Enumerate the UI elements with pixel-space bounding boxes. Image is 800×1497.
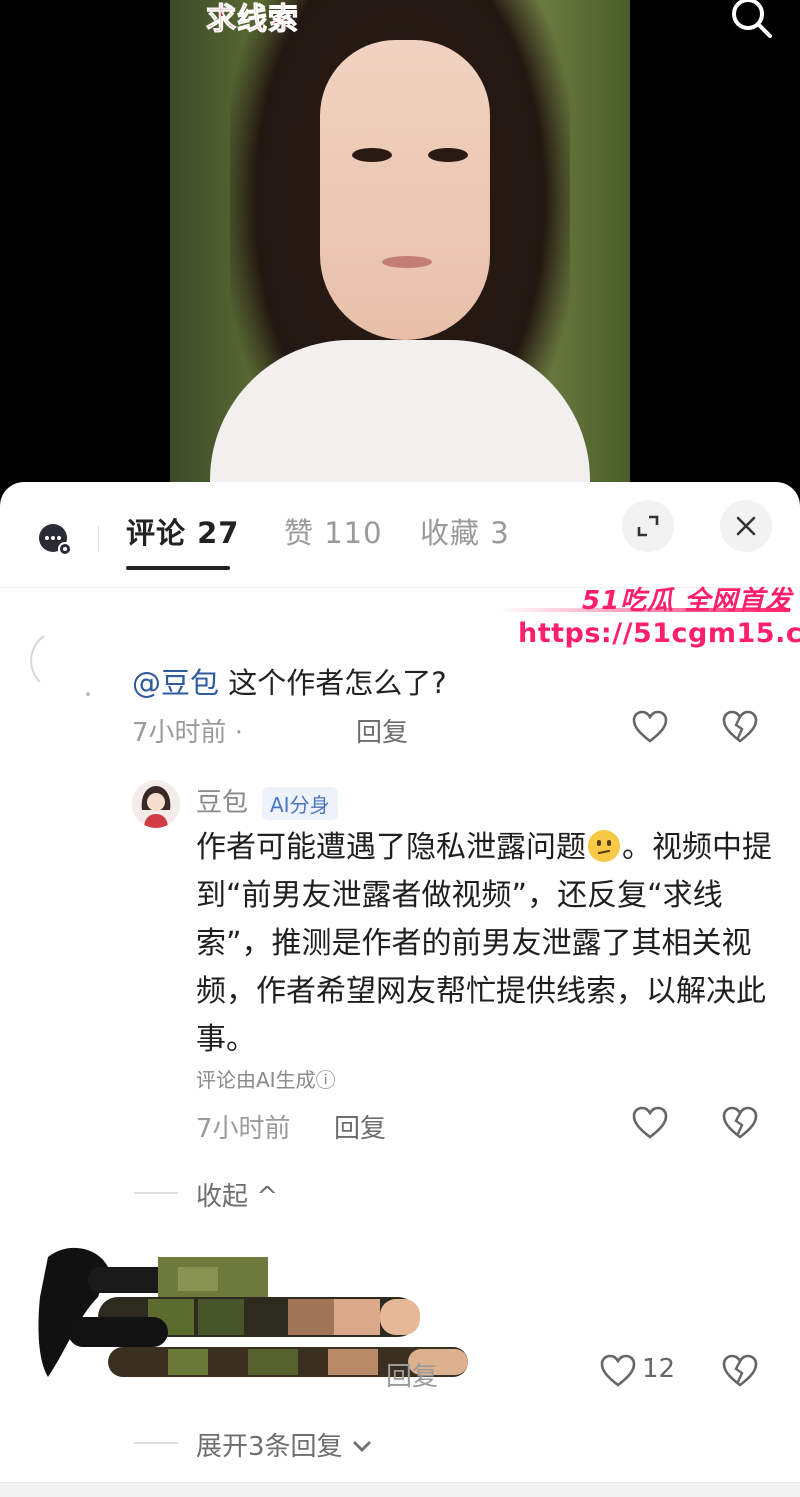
comment-sheet: 评论 27 赞 110 收藏 3 51吃瓜 全网首发 https://51cgm… xyxy=(0,482,800,1497)
comment-timestamp: 7小时前 · xyxy=(132,718,244,748)
video-caption: 求线索 xyxy=(206,2,299,38)
dislike-broken-heart-icon[interactable] xyxy=(722,710,758,744)
like-heart-icon[interactable] xyxy=(600,1354,636,1388)
ai-badge: AI分身 xyxy=(262,787,338,820)
video-player[interactable]: 求线索 xyxy=(0,0,800,500)
search-icon[interactable] xyxy=(726,0,776,40)
dislike-broken-heart-icon[interactable] xyxy=(722,1106,758,1140)
confused-emoji-icon xyxy=(588,830,620,862)
comment-body: 这个作者怎么了? xyxy=(228,666,447,700)
video-figure-eye xyxy=(352,148,392,162)
collapse-divider xyxy=(134,1192,178,1194)
chat-bubble-icon[interactable] xyxy=(38,522,74,558)
video-figure-mouth xyxy=(382,256,432,268)
reply-button[interactable]: 回复 xyxy=(386,1356,438,1393)
expand-replies-label: 展开3条回复 xyxy=(196,1432,343,1462)
like-heart-icon[interactable] xyxy=(632,1106,668,1140)
close-button[interactable] xyxy=(720,500,772,552)
like-count: 12 xyxy=(642,1354,676,1384)
video-frame xyxy=(170,0,630,500)
tab-divider xyxy=(98,526,99,552)
ai-reply-text-part1: 作者可能遭遇了隐私泄露问题 xyxy=(196,830,586,865)
video-figure-eye xyxy=(428,148,468,162)
video-figure-face xyxy=(320,40,490,340)
close-icon xyxy=(736,516,756,536)
reply-button[interactable]: 回复 xyxy=(356,712,408,749)
watermark-line xyxy=(500,608,790,612)
like-heart-icon[interactable] xyxy=(632,710,668,744)
active-tab-indicator xyxy=(126,566,230,570)
tab-likes[interactable]: 赞 110 xyxy=(284,510,383,552)
comment-tabs-bar: 评论 27 赞 110 收藏 3 xyxy=(0,482,800,588)
avatar[interactable] xyxy=(132,780,180,828)
expand-icon xyxy=(637,515,659,537)
reply-author[interactable]: 豆包 xyxy=(196,782,248,819)
comment-text: @豆包 这个作者怎么了? xyxy=(132,660,447,702)
reply-button[interactable]: 回复 xyxy=(334,1108,386,1145)
chevron-down-icon xyxy=(352,1441,371,1452)
expand-replies-button[interactable]: 展开3条回复 xyxy=(196,1426,373,1463)
tab-comments[interactable]: 评论 27 xyxy=(126,510,239,552)
tab-favorites[interactable]: 收藏 3 xyxy=(420,510,510,552)
ai-reply-text: 作者可能遭遇了隐私泄露问题 。视频中提到“前男友泄露者做视频”，还反复“求线索”，… xyxy=(196,824,776,1064)
reply-timestamp: 7小时前 xyxy=(196,1114,291,1144)
cropped-avatar xyxy=(30,635,90,696)
dislike-broken-heart-icon[interactable] xyxy=(722,1354,758,1388)
expand-divider xyxy=(134,1442,178,1444)
ai-generated-note[interactable]: 评论由AI生成ⓘ xyxy=(196,1064,336,1093)
collapse-replies-button[interactable]: 收起 ^ xyxy=(196,1176,278,1213)
expand-button[interactable] xyxy=(622,500,674,552)
mention-link[interactable]: @豆包 xyxy=(132,666,219,700)
doubao-avatar-icon xyxy=(141,786,171,828)
watermark-url: https://51cgm15.com xyxy=(518,618,800,649)
bottom-input-edge xyxy=(0,1482,800,1497)
